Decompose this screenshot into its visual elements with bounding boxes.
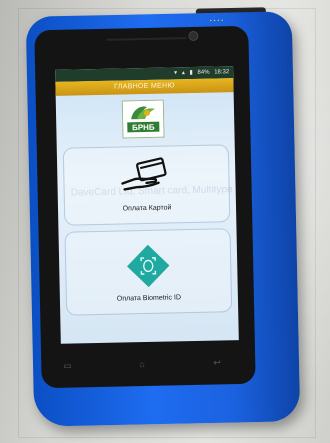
card-hand-icon <box>121 157 167 191</box>
battery-level: 84% <box>197 69 210 76</box>
logo-text: БРНБ <box>132 123 155 132</box>
pay-by-card-button[interactable]: Оплата Картой <box>62 144 231 226</box>
bank-logo: БРНБ <box>121 99 165 139</box>
earpiece-speaker <box>106 37 187 41</box>
clock: 18:32 <box>214 69 230 76</box>
main-menu-header: ГЛАВНОЕ МЕНЮ <box>55 78 234 96</box>
touch-screen: ▾ ▴ ▮ 84% 18:32 ГЛАВНОЕ МЕНЮ БРНБ DaveCa… <box>55 66 239 344</box>
battery-icon: ▮ <box>189 69 193 77</box>
hardware-nav-bar: ▭ ⌂ ↩ <box>47 356 249 374</box>
pay-by-biometric-label: Оплата Biometric ID <box>116 294 182 303</box>
pay-by-card-label: Оплата Картой <box>122 204 172 213</box>
back-icon[interactable]: ↩ <box>213 356 221 368</box>
biometric-face-icon <box>127 244 170 288</box>
status-led-dots: •••• <box>209 17 226 25</box>
home-icon[interactable]: ⌂ <box>139 358 145 370</box>
front-camera-icon <box>188 30 199 42</box>
screen-bezel: ▾ ▴ ▮ 84% 18:32 ГЛАВНОЕ МЕНЮ БРНБ DaveCa… <box>34 25 256 389</box>
pay-by-biometric-button[interactable]: Оплата Biometric ID <box>64 228 233 316</box>
menu-icon[interactable]: ▭ <box>63 360 72 372</box>
bank-logo-icon: БРНБ <box>122 100 164 138</box>
signal-icon: ▴ <box>181 70 185 77</box>
wifi-icon: ▾ <box>174 70 178 77</box>
